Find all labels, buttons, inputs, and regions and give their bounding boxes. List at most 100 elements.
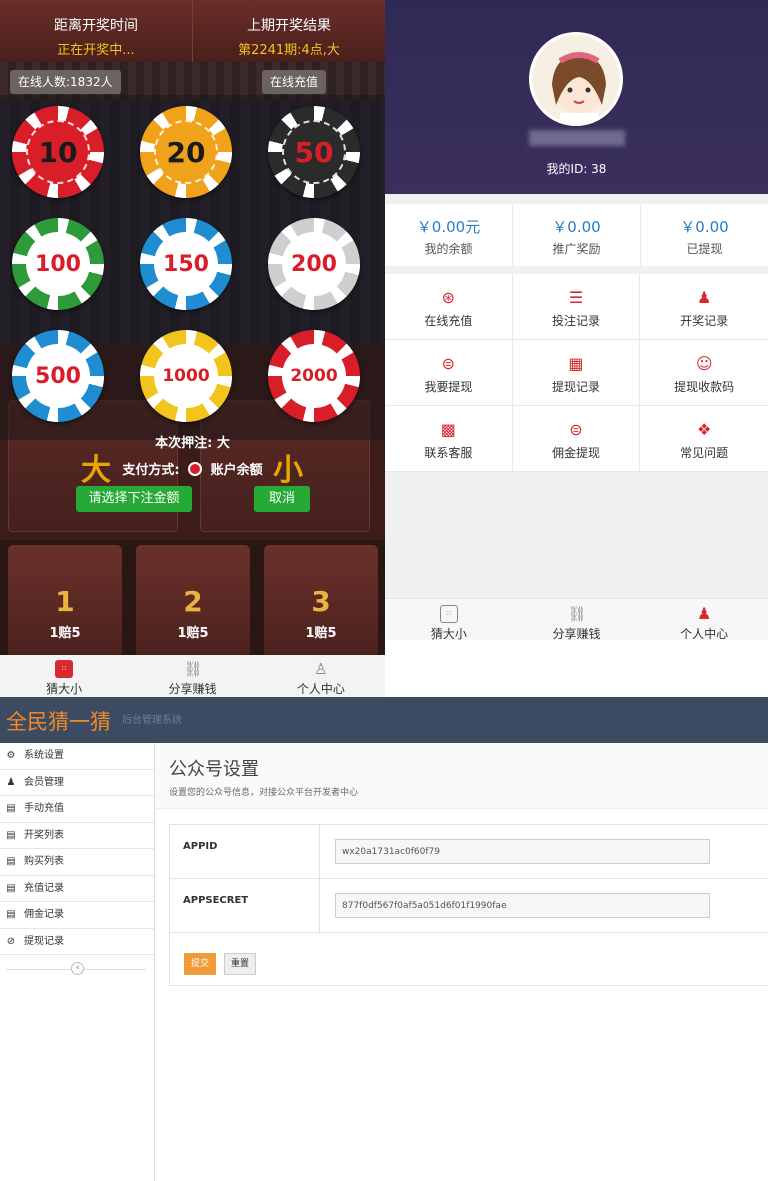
tab-profile[interactable]: ♟ 个人中心 <box>640 599 768 642</box>
gear-icon: ⚙ <box>6 750 16 761</box>
chip-value: 100 <box>26 232 90 296</box>
chip-value: 150 <box>154 232 218 296</box>
reset-button[interactable]: 重置 <box>224 953 256 975</box>
tab-guess[interactable]: ⁙ 猜大小 <box>385 599 513 641</box>
menu-label: 提现记录 <box>551 380 600 394</box>
appid-input[interactable]: wx20a1731ac0f60f79 <box>335 839 710 864</box>
online-recharge-button[interactable]: 在线充值 <box>262 70 327 94</box>
link-icon: ⛓ <box>567 605 587 623</box>
sidebar-item-label: 系统设置 <box>24 750 64 761</box>
number-value: 1 <box>55 585 75 618</box>
admin-logo[interactable]: 全民猜一猜 <box>6 706 111 736</box>
page-title: 公众号设置 <box>169 759 259 780</box>
ban-icon: ⊘ <box>6 935 16 947</box>
stat-value: ￥0.00 <box>552 218 601 236</box>
menu-label: 常见问题 <box>680 446 729 460</box>
sidebar-item-members[interactable]: ♟ 会员管理 <box>0 770 154 796</box>
number-card-1[interactable]: 1 1赔5 <box>8 545 122 657</box>
user-id: 我的ID: 38 <box>546 162 607 176</box>
last-result-value: 第2241期:4点,大 <box>238 43 340 58</box>
stat-withdrawn: ￥0.00 已提现 <box>641 204 768 266</box>
user-icon: ♙ <box>314 660 328 678</box>
sidebar-item-recharge-records[interactable]: ▤ 充值记录 <box>0 876 154 902</box>
menu-payment-code[interactable]: ☺ 提现收款码 <box>640 340 768 406</box>
sidebar-item-system-settings[interactable]: ⚙ 系统设置 <box>0 743 154 770</box>
menu-bet-records[interactable]: ☰ 投注记录 <box>512 274 641 340</box>
chip-10[interactable]: 10 <box>12 106 104 198</box>
tab-profile[interactable]: ♙ 个人中心 <box>257 655 385 697</box>
appsecret-input[interactable]: 877f0df567f0af5a051d6f01f1990fae <box>335 893 710 918</box>
chip-1000[interactable]: 1000 <box>140 330 232 422</box>
sidebar-item-withdraw-records[interactable]: ⊘ 提现记录 <box>0 929 154 955</box>
chip-value: 2000 <box>282 344 346 408</box>
doc-icon: ▤ <box>6 803 16 814</box>
sidebar-item-label: 佣金记录 <box>24 909 64 920</box>
cancel-button[interactable]: 取消 <box>254 486 310 512</box>
chip-50[interactable]: 50 <box>268 106 360 198</box>
tab-label: 个人中心 <box>296 682 345 696</box>
chevron-left-icon[interactable]: ‹ <box>71 962 84 975</box>
profile-header: 我的ID: 38 <box>385 0 768 194</box>
chip-200[interactable]: 200 <box>268 218 360 310</box>
admin-main: 公众号设置 设置您的公众号信息，对接公众平台开发者中心 APPID wx20a1… <box>156 743 768 1181</box>
tab-share[interactable]: ⛓ 分享赚钱 <box>513 599 641 641</box>
number-card-3[interactable]: 3 1赔5 <box>264 545 378 657</box>
payment-method-row: 支付方式: 账户余额 <box>0 459 385 478</box>
tab-share[interactable]: ⛓ 分享赚钱 <box>128 655 256 697</box>
sidebar-item-label: 手动充值 <box>24 803 64 814</box>
user-icon: ♟ <box>697 604 712 623</box>
doc-icon: ▤ <box>6 882 16 894</box>
submit-button[interactable]: 提交 <box>184 953 216 975</box>
link-icon: ⛓ <box>183 660 203 678</box>
menu-label: 在线充值 <box>424 314 473 328</box>
menu-draw-records[interactable]: ♟ 开奖记录 <box>640 274 768 340</box>
sidebar-item-draw-list[interactable]: ▤ 开奖列表 <box>0 823 154 849</box>
smile-icon: ☺ <box>695 354 713 373</box>
appsecret-label: APPSECRET <box>170 879 320 933</box>
user-icon: ♟ <box>6 776 16 788</box>
countdown-title: 距离开奖时间 <box>54 18 138 34</box>
number-odds: 1赔5 <box>177 626 209 641</box>
tab-label: 分享赚钱 <box>168 682 217 696</box>
menu-online-recharge[interactable]: ⊛ 在线充值 <box>385 274 513 340</box>
sidebar-item-commission-records[interactable]: ▤ 佣金记录 <box>0 902 154 929</box>
chip-150[interactable]: 150 <box>140 218 232 310</box>
number-card-2[interactable]: 2 1赔5 <box>136 545 250 657</box>
form-row-appid: APPID wx20a1731ac0f60f79 <box>170 825 768 879</box>
last-result-title: 上期开奖结果 <box>247 18 331 34</box>
settings-form: APPID wx20a1731ac0f60f79 APPSECRET 877f0… <box>169 824 768 986</box>
number-value: 3 <box>311 585 331 618</box>
chip-500[interactable]: 500 <box>12 330 104 422</box>
menu-faq[interactable]: ❖ 常见问题 <box>640 406 768 472</box>
chip-20[interactable]: 20 <box>140 106 232 198</box>
menu-withdraw-records[interactable]: ▦ 提现记录 <box>512 340 641 406</box>
blank-area <box>385 640 768 697</box>
chip-value: 500 <box>26 344 90 408</box>
tab-label: 猜大小 <box>46 682 83 696</box>
menu-withdraw[interactable]: ⊜ 我要提现 <box>385 340 513 406</box>
menu-customer-service[interactable]: ▩ 联系客服 <box>385 406 513 472</box>
sidebar-item-manual-recharge[interactable]: ▤ 手动充值 <box>0 796 154 823</box>
chip-100[interactable]: 100 <box>12 218 104 310</box>
user-tabbar: ⁙ 猜大小 ⛓ 分享赚钱 ♟ 个人中心 <box>385 598 768 642</box>
grid-icon: ❖ <box>696 420 712 439</box>
sidebar-collapse: ‹ <box>0 955 154 983</box>
menu-commission-withdraw[interactable]: ⊜ 佣金提现 <box>512 406 641 472</box>
chip-2000[interactable]: 2000 <box>268 330 360 422</box>
chip-value: 1000 <box>154 344 218 408</box>
select-amount-button[interactable]: 请选择下注金额 <box>76 486 192 512</box>
number-odds: 1赔5 <box>305 626 337 641</box>
avatar[interactable] <box>529 32 623 126</box>
sidebar-item-label: 开奖列表 <box>24 829 64 841</box>
tab-guess[interactable]: ⁙ 猜大小 <box>0 655 128 697</box>
tab-label: 猜大小 <box>430 627 467 641</box>
number-odds: 1赔5 <box>49 626 81 641</box>
radio-icon[interactable] <box>188 462 203 476</box>
stat-label: 已提现 <box>686 242 723 256</box>
sidebar-item-purchase-list[interactable]: ▤ 购买列表 <box>0 849 154 876</box>
doc-icon: ▤ <box>6 829 16 841</box>
chip-value: 200 <box>282 232 346 296</box>
coin-icon: ⊜ <box>569 420 583 439</box>
records-icon: ▦ <box>568 354 584 373</box>
stat-value: ￥0.00 <box>680 218 729 236</box>
